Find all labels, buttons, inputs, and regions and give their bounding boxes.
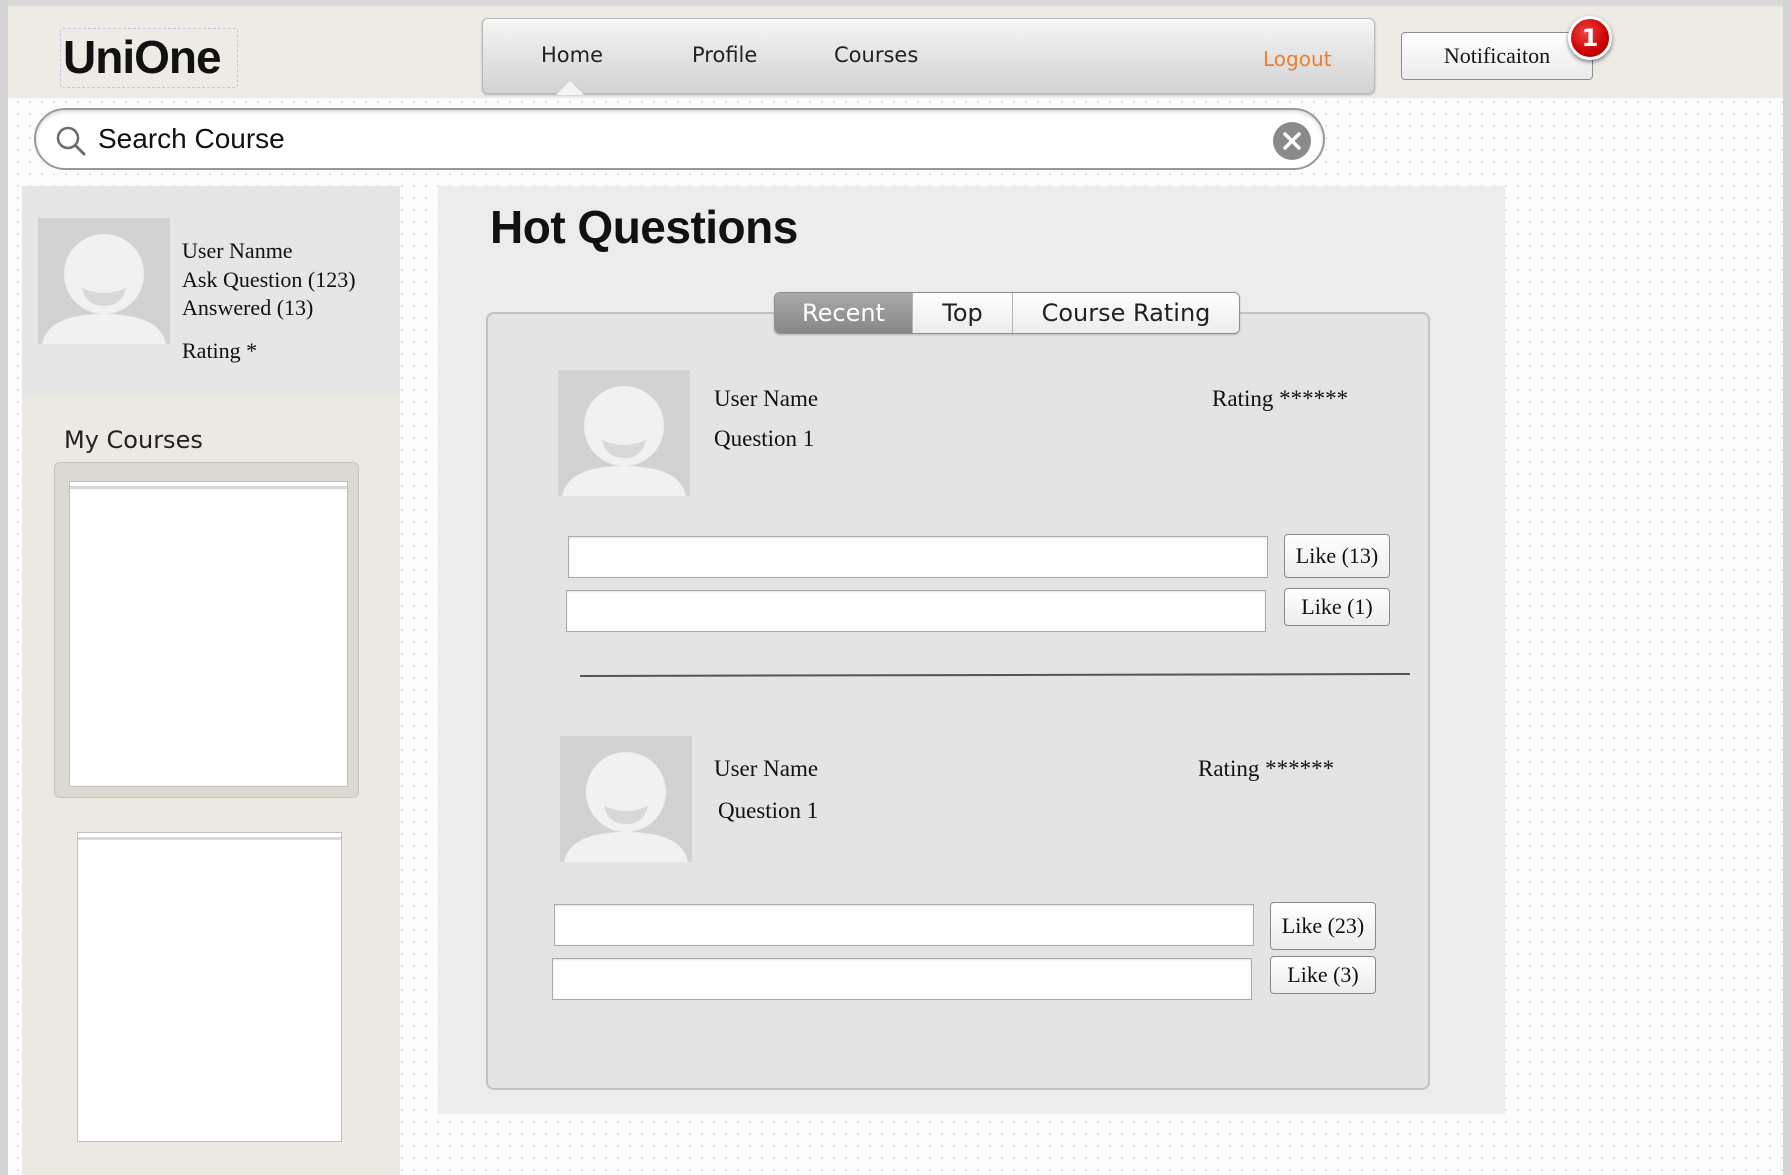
tab-recent[interactable]: Recent xyxy=(775,293,912,333)
answer-field[interactable] xyxy=(552,958,1252,1000)
nav-bar: Home Profile Courses Logout xyxy=(482,18,1375,95)
notification-button[interactable]: Notificaiton xyxy=(1401,32,1593,80)
questions-box: Recent Top Course Rating User Name Quest… xyxy=(486,292,1430,1090)
question-user-name[interactable]: User Name xyxy=(714,756,818,782)
answer-field[interactable] xyxy=(568,536,1268,578)
notification-badge[interactable]: 1 xyxy=(1568,16,1612,60)
logo[interactable]: UniOne xyxy=(60,28,238,88)
header: UniOne Home Profile Courses Logout Notif… xyxy=(8,6,1783,98)
question-rating: Rating ****** xyxy=(1212,386,1349,411)
close-icon[interactable] xyxy=(1273,122,1311,160)
user-name[interactable]: User Nanme xyxy=(182,238,293,264)
answered-count[interactable]: Answered (13) xyxy=(182,295,313,321)
divider xyxy=(580,673,1410,677)
user-avatar-icon[interactable] xyxy=(558,370,690,496)
answer-field[interactable] xyxy=(554,904,1254,946)
ask-question-count[interactable]: Ask Question (123) xyxy=(182,267,356,293)
window-edge-left xyxy=(0,0,8,1175)
nav-logout-link[interactable]: Logout xyxy=(1263,47,1331,71)
profile-card: User Nanme Ask Question (123) Answered (… xyxy=(22,186,400,396)
active-nav-indicator xyxy=(556,81,584,95)
user-rating: Rating * xyxy=(182,338,258,363)
tab-top[interactable]: Top xyxy=(912,293,1012,333)
question-rating: Rating ****** xyxy=(1198,756,1335,781)
main-panel: Hot Questions Recent Top Course Rating U… xyxy=(438,186,1505,1114)
search-bar xyxy=(34,108,1325,170)
nav-courses-link[interactable]: Courses xyxy=(834,43,918,67)
my-courses-title: My Courses xyxy=(64,426,203,454)
list-header-bar xyxy=(70,486,347,489)
user-avatar-icon[interactable] xyxy=(38,218,170,344)
search-input[interactable] xyxy=(98,118,1198,160)
like-button[interactable]: Like (1) xyxy=(1284,588,1390,626)
course-box xyxy=(54,462,359,798)
user-avatar-icon[interactable] xyxy=(560,736,692,862)
nav-profile-link[interactable]: Profile xyxy=(692,43,757,67)
question-user-name[interactable]: User Name xyxy=(714,386,818,412)
like-button[interactable]: Like (23) xyxy=(1270,902,1376,950)
tab-course-rating[interactable]: Course Rating xyxy=(1012,293,1239,333)
window-edge-right xyxy=(1783,0,1791,1175)
nav-home-link[interactable]: Home xyxy=(541,43,603,67)
course-list[interactable] xyxy=(69,481,348,787)
tab-bar: Recent Top Course Rating xyxy=(774,292,1240,334)
sidebar: User Nanme Ask Question (123) Answered (… xyxy=(22,186,400,1175)
like-button[interactable]: Like (13) xyxy=(1284,534,1390,578)
page-title: Hot Questions xyxy=(490,201,798,253)
course-list-secondary[interactable] xyxy=(77,832,342,1142)
like-button[interactable]: Like (3) xyxy=(1270,956,1376,994)
question-text[interactable]: Question 1 xyxy=(714,426,814,452)
search-icon xyxy=(54,124,88,158)
answer-field[interactable] xyxy=(566,590,1266,632)
question-text[interactable]: Question 1 xyxy=(718,798,818,824)
list-header-bar xyxy=(78,837,341,840)
